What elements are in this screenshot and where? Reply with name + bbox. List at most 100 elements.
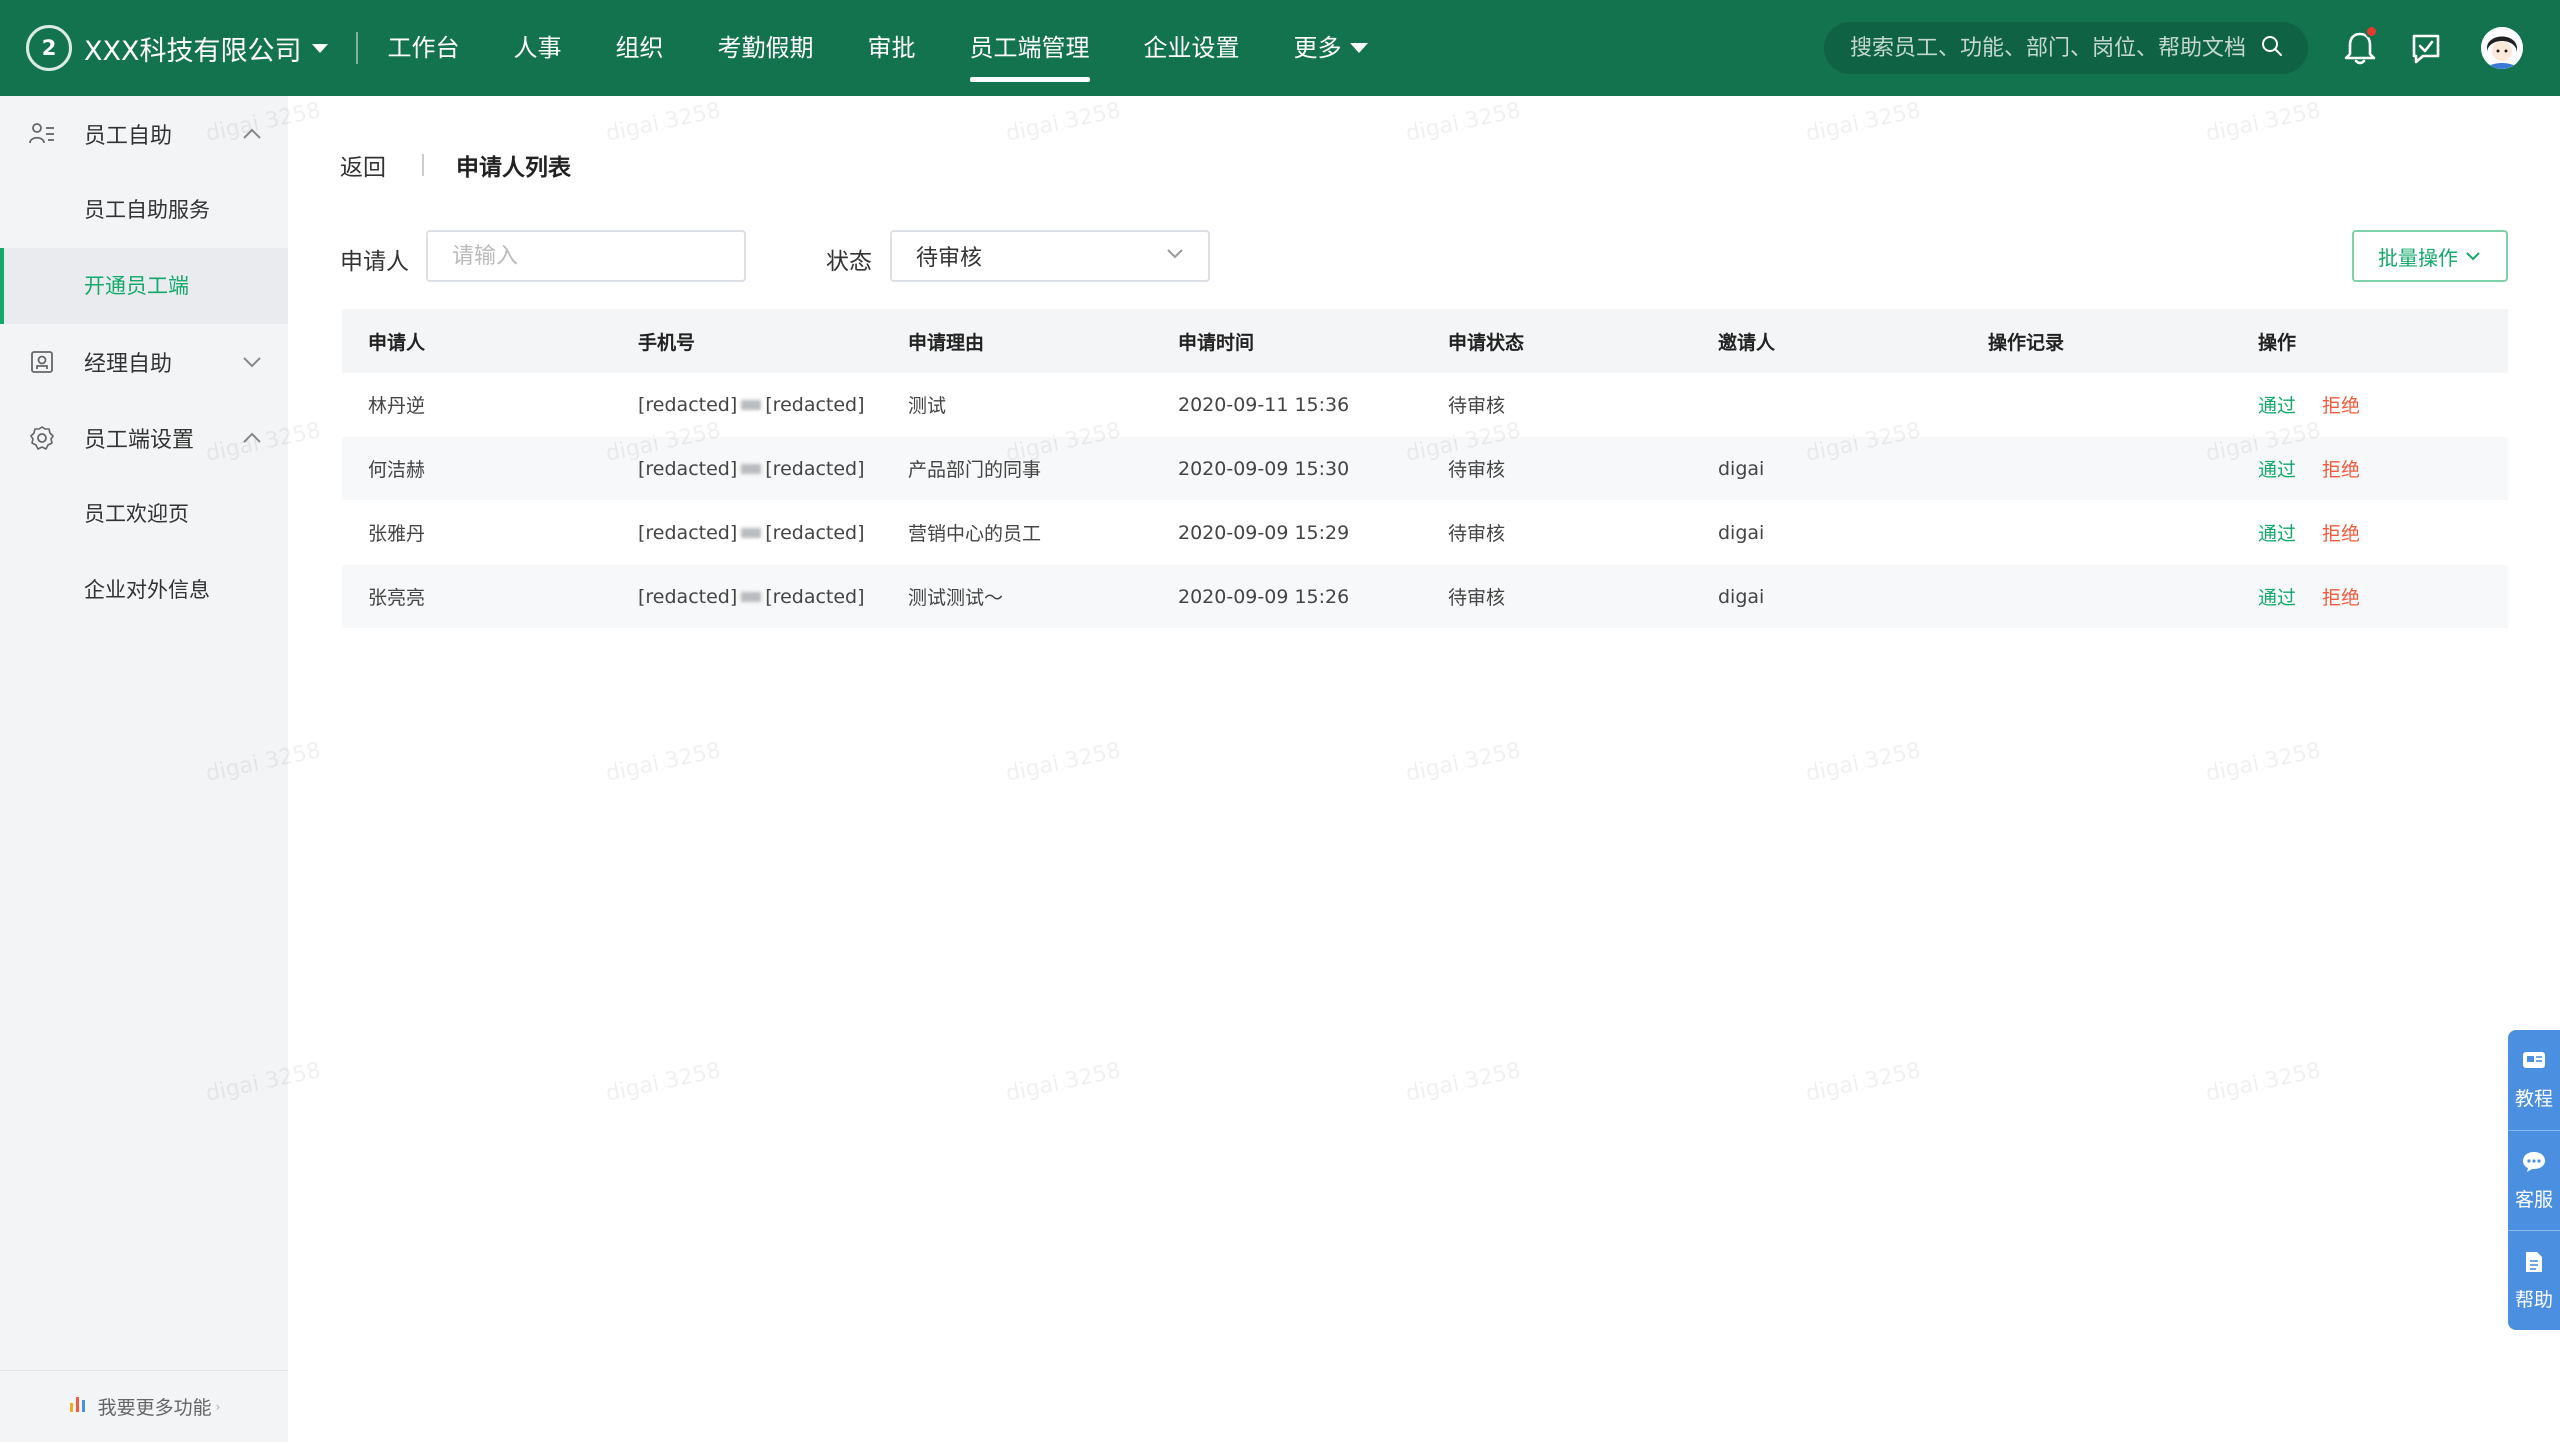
column-header-inviter: 邀请人 [1718, 331, 1776, 354]
nav-item-hr[interactable]: 人事 [514, 0, 562, 96]
gear-icon [28, 424, 56, 452]
top-navigation-bar: 2 XXX科技有限公司 工作台 人事 组织 考勤假期 审批 员工端管理 企业设置… [0, 0, 2560, 96]
masked-digits [741, 464, 762, 474]
applicant-name: 张亮亮 [368, 587, 426, 609]
table-body: 林丹逆 [redacted] [redacted] 测试 2020-09-11 1… [342, 373, 2508, 629]
avatar-image [2481, 27, 2523, 69]
person-list-icon [28, 120, 56, 148]
batch-operation-button[interactable]: 批量操作 [2352, 230, 2508, 282]
floating-help-toolbar: 教程 客服 帮助 [2508, 1030, 2560, 1330]
sidebar-item-open-employee-portal[interactable]: 开通员工端 [0, 248, 288, 324]
batch-operation-label: 批量操作 [2378, 245, 2458, 270]
approve-button[interactable]: 通过 [2258, 459, 2296, 481]
applicant-name: 张雅丹 [368, 523, 426, 545]
nav-divider [355, 32, 358, 64]
nav-more-label: 更多 [1293, 34, 1342, 62]
company-name: XXX科技有限公司 [84, 35, 302, 67]
column-header-phone: 手机号 [638, 331, 696, 354]
row-actions: 通过 拒绝 [2232, 455, 2508, 482]
column-header-record: 操作记录 [1988, 331, 2065, 354]
applicant-name: 林丹逆 [368, 395, 426, 417]
chevron-down-icon [2464, 247, 2482, 265]
table-row: 何洁赫 [redacted] [redacted] 产品部门的同事 2020-09… [342, 437, 2508, 501]
document-icon [2523, 1250, 2545, 1279]
applicant-search-input[interactable] [426, 230, 746, 282]
bar-chart-icon [68, 1394, 88, 1419]
apply-reason: 营销中心的员工 [908, 523, 1042, 545]
approve-button[interactable]: 通过 [2258, 395, 2296, 417]
task-check-icon[interactable] [2400, 22, 2452, 74]
phone-suffix: [redacted] [765, 393, 865, 416]
customer-service-label: 客服 [2514, 1188, 2553, 1211]
column-header-reason: 申请理由 [908, 331, 985, 354]
sidebar-group-portal-settings[interactable]: 员工端设置 [0, 400, 288, 476]
phone-number: [redacted] [redacted] [612, 458, 882, 480]
phone-number: [redacted] [redacted] [612, 522, 882, 544]
column-header-applicant: 申请人 [368, 331, 426, 354]
apply-time: 2020-09-11 15:36 [1178, 393, 1350, 416]
applicant-table: 申请人 手机号 申请理由 申请时间 申请状态 邀请人 操作记录 操作 林丹逆 [… [342, 309, 2508, 629]
applicant-filter-label: 申请人 [340, 249, 409, 275]
approve-button[interactable]: 通过 [2258, 587, 2296, 609]
more-functions-label: 我要更多功能 [97, 1397, 212, 1419]
apply-time: 2020-09-09 15:29 [1178, 521, 1350, 544]
sidebar-item-public-info[interactable]: 企业对外信息 [0, 552, 288, 628]
sidebar-group-label: 员工自助 [84, 124, 173, 149]
apply-reason: 测试测试～ [908, 587, 1004, 609]
nav-item-organization[interactable]: 组织 [616, 0, 664, 96]
search-input[interactable] [1850, 35, 2260, 61]
badge-icon [28, 348, 56, 376]
main-content: 返回 申请人列表 申请人 状态 待审核 批量操作 申请人 手机号 申请理由 申请… [288, 96, 2560, 1442]
apply-status: 待审核 [1448, 523, 1506, 545]
breadcrumb: 返回 申请人列表 [340, 148, 571, 182]
sidebar-item-welcome-page[interactable]: 员工欢迎页 [0, 476, 288, 552]
column-header-actions: 操作 [2258, 331, 2297, 354]
more-functions-link[interactable]: 我要更多功能 › [0, 1370, 288, 1442]
reject-button[interactable]: 拒绝 [2322, 587, 2360, 609]
chat-bubble-icon [2521, 1150, 2547, 1179]
nav-item-employee-portal[interactable]: 员工端管理 [969, 0, 1090, 96]
nav-item-enterprise-settings[interactable]: 企业设置 [1144, 0, 1240, 96]
tutorial-button[interactable]: 教程 [2508, 1030, 2560, 1130]
sidebar-item-employee-self-service[interactable]: 员工自助服务 [0, 172, 288, 248]
user-avatar[interactable] [2476, 22, 2528, 74]
nav-item-workbench[interactable]: 工作台 [388, 0, 460, 96]
logo-text: 2 [41, 36, 57, 60]
masked-digits [741, 592, 762, 602]
row-actions: 通过 拒绝 [2232, 519, 2508, 546]
caret-down-icon [1349, 43, 1368, 53]
approve-button[interactable]: 通过 [2258, 523, 2296, 545]
reject-button[interactable]: 拒绝 [2322, 523, 2360, 545]
reject-button[interactable]: 拒绝 [2322, 459, 2360, 481]
help-button[interactable]: 帮助 [2508, 1230, 2560, 1330]
notification-bell-icon[interactable] [2334, 22, 2386, 74]
inviter: digai [1718, 521, 1765, 544]
notification-dot [2365, 25, 2378, 38]
phone-number: [redacted] [redacted] [612, 394, 882, 416]
phone-suffix: [redacted] [765, 457, 865, 480]
status-select[interactable]: 待审核 [890, 230, 1210, 282]
nav-item-more[interactable]: 更多 [1294, 0, 1368, 96]
phone-suffix: [redacted] [765, 585, 865, 608]
phone-prefix: [redacted] [638, 521, 738, 544]
phone-suffix: [redacted] [765, 521, 865, 544]
chevron-down-icon [238, 348, 266, 376]
reject-button[interactable]: 拒绝 [2322, 395, 2360, 417]
table-row: 林丹逆 [redacted] [redacted] 测试 2020-09-11 1… [342, 373, 2508, 437]
table-row: 张亮亮 [redacted] [redacted] 测试测试～ 2020-09-0… [342, 565, 2508, 629]
apply-reason: 测试 [908, 395, 947, 417]
masked-digits [741, 400, 762, 410]
search-icon[interactable] [2260, 34, 2284, 62]
company-switcher[interactable]: 2 XXX科技有限公司 [26, 25, 328, 71]
company-logo: 2 [26, 25, 72, 71]
inviter: digai [1718, 585, 1765, 608]
apply-reason: 产品部门的同事 [908, 459, 1042, 481]
customer-service-button[interactable]: 客服 [2508, 1130, 2560, 1230]
sidebar-group-manager-self-service[interactable]: 经理自助 [0, 324, 288, 400]
applicant-name: 何洁赫 [368, 459, 426, 481]
tutorial-label: 教程 [2514, 1088, 2553, 1110]
nav-item-attendance[interactable]: 考勤假期 [718, 0, 814, 96]
back-link[interactable]: 返回 [340, 148, 386, 182]
sidebar-group-employee-self-service[interactable]: 员工自助 [0, 96, 288, 172]
nav-item-approval[interactable]: 审批 [868, 0, 916, 96]
